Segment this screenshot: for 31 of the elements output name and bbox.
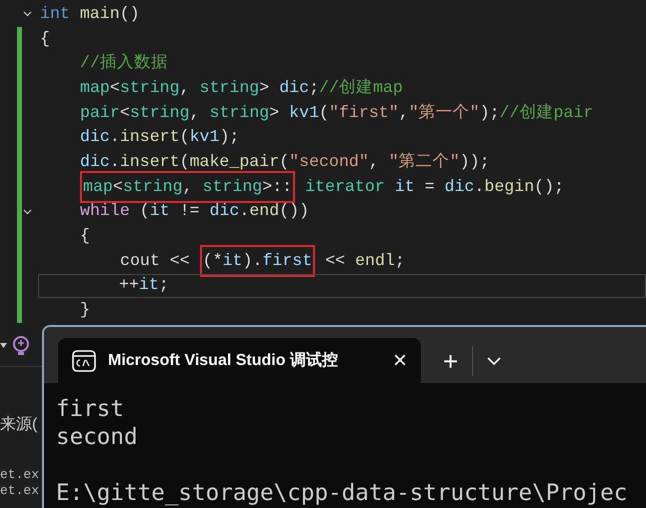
code-text: dic.insert(make_pair("second", "第二个")); [80,151,490,174]
code-text: cout << [120,250,191,272]
highlighted-code: map<string, string>:: [80,171,296,204]
collapse-chevron-icon[interactable] [23,208,32,214]
console-path: E:\gitte_storage\cpp-data-structure\Projec [56,480,628,506]
tab-title: Microsoft Visual Studio 调试控 [108,350,339,370]
code-text: { [80,225,90,248]
dropdown-caret-icon[interactable] [0,342,7,348]
output-text: et.ex [0,483,40,499]
code-text: //插入数据 [80,52,168,74]
code-text: pair<string, string> kv1("first","第一个");//创建pair [80,102,594,124]
code-text: int main() [40,2,140,25]
highlighted-code: (*it).first [200,245,316,278]
code-text: ++it; [119,274,169,296]
output-text: et.ex [0,467,40,483]
code-text: map<string, string> dic;//创建map [80,76,403,99]
console-icon [72,350,96,372]
collapse-chevron-icon[interactable] [23,11,32,17]
console-tab[interactable]: Microsoft Visual Studio 调试控 × [58,338,421,383]
code-text: } [80,299,90,322]
code-text: << endl; [324,250,405,272]
code-text: iterator it = dic.begin(); [304,176,564,198]
tab-close-button[interactable]: × [392,348,407,372]
code-text: { [40,28,50,50]
console-output: second [56,424,138,450]
code-text: dic.insert(kv1); [80,126,240,148]
new-tab-button[interactable]: + [443,348,458,374]
lightbulb-icon[interactable] [11,334,31,356]
panel-label: 来源( [0,414,38,435]
console-output: first [56,396,124,422]
dropdown-chevron-icon[interactable] [487,356,502,364]
